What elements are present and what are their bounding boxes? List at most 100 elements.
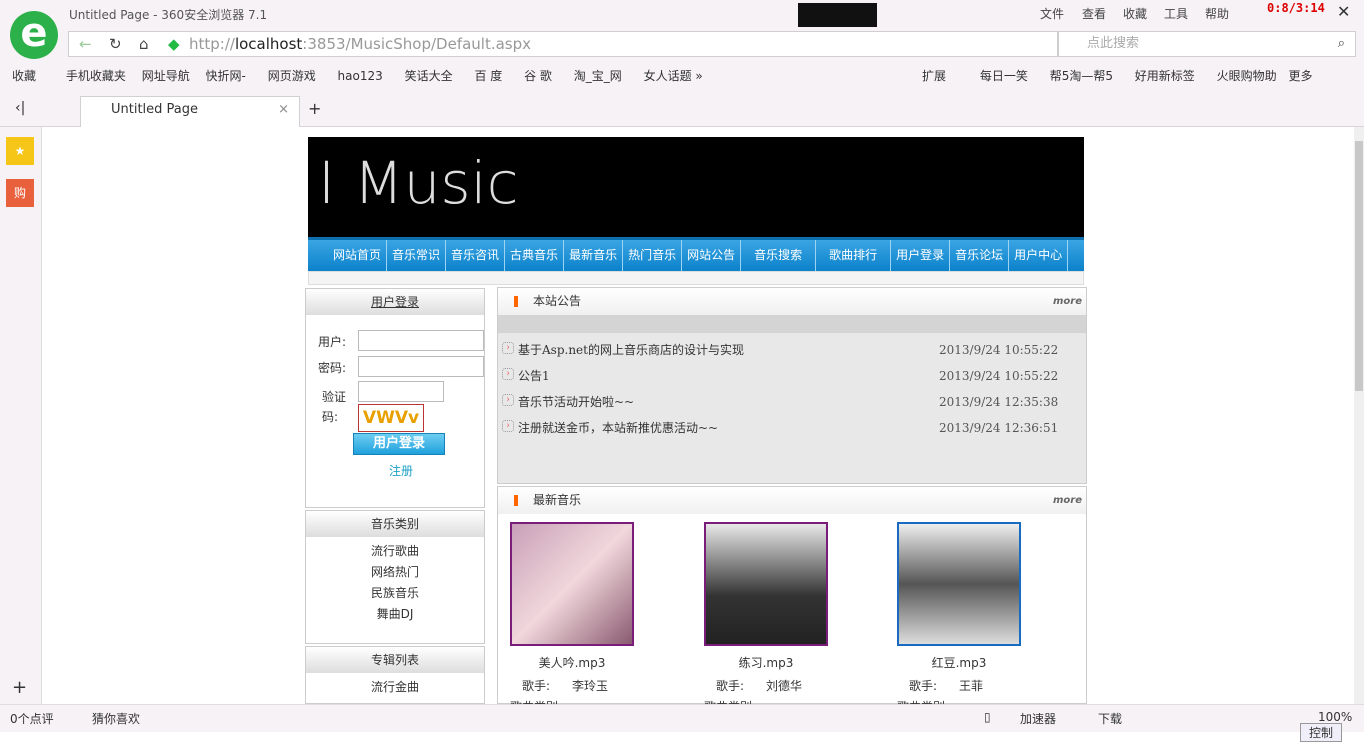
nav-item[interactable]: 音乐常识 <box>387 240 447 271</box>
address-bar[interactable]: ← ↻ ⌂ ◆ http://localhost:3853/MusicShop/… <box>68 31 1058 57</box>
notice-item[interactable]: › 基于Asp.net的网上音乐商店的设计与实现 2013/9/24 10:55:2… <box>498 337 1086 363</box>
browser-chrome: e Untitled Page - 360安全浏览器 7.1 文件 查看 收藏 … <box>0 0 1364 127</box>
nav-item[interactable]: 热门音乐 <box>623 240 683 271</box>
site-nav: 网站首页 音乐常识 音乐咨讯 古典音乐 最新音乐 热门音乐 网站公告 音乐搜索 歌曲排行 用户登录… <box>308 237 1084 271</box>
ime-toolbar[interactable] <box>798 3 877 27</box>
captcha-input[interactable] <box>358 381 444 402</box>
nav-item[interactable]: 古典音乐 <box>505 240 565 271</box>
username-input[interactable] <box>358 330 484 351</box>
bookmark[interactable]: 好用新标签 <box>1135 69 1195 83</box>
search-placeholder: 点此搜索 <box>1087 36 1140 51</box>
sidebar-toggle-icon[interactable]: ‹| <box>15 100 25 116</box>
list-item[interactable]: 流行金曲 <box>306 677 484 698</box>
nav-item[interactable]: 音乐咨讯 <box>446 240 506 271</box>
nav-item[interactable]: 音乐论坛 <box>950 240 1010 271</box>
add-icon[interactable]: + <box>12 677 27 698</box>
bookmark[interactable]: 网页游戏 <box>268 69 316 83</box>
register-link[interactable]: 注册 <box>389 462 413 479</box>
scrollbar[interactable] <box>1354 127 1364 704</box>
menu-file[interactable]: 文件 <box>1040 5 1064 22</box>
new-tab-icon[interactable]: + <box>308 99 321 118</box>
bookmark[interactable]: 网址导航 <box>142 69 190 83</box>
nav-item[interactable]: 用户登录 <box>891 240 951 271</box>
song-name[interactable]: 美人吟.mp3 <box>510 654 634 671</box>
search-icon[interactable]: ⌕ <box>1338 32 1345 56</box>
album-cover[interactable] <box>704 522 828 646</box>
captcha-label: 验证码: <box>322 390 347 424</box>
nav-item[interactable]: 网站首页 <box>328 240 388 271</box>
search-input[interactable]: 点此搜索 ⌕ <box>1058 31 1356 57</box>
nav-item[interactable]: 网站公告 <box>682 240 742 271</box>
notice-item[interactable]: › 公告1 2013/9/24 10:55:22 <box>498 363 1086 389</box>
song-name[interactable]: 练习.mp3 <box>704 654 828 671</box>
notice-text[interactable]: 公告1 <box>518 369 550 383</box>
nav-item[interactable]: 音乐搜索 <box>741 240 817 271</box>
song-name[interactable]: 红豆.mp3 <box>897 654 1021 671</box>
menu-favorites[interactable]: 收藏 <box>1123 5 1147 22</box>
mobile-icon[interactable]: ▯ <box>984 710 991 724</box>
notice-more-link[interactable]: more <box>1053 289 1082 315</box>
comments-count[interactable]: 0个点评 <box>10 710 54 727</box>
notice-date: 2013/9/24 12:35:38 <box>939 395 1059 409</box>
close-icon[interactable]: ✕ <box>1337 2 1350 21</box>
recommend-link[interactable]: 猜你喜欢 <box>92 710 140 727</box>
song-card: 练习.mp3歌手:刘德华歌曲类别: <box>704 522 828 706</box>
notice-date: 2013/9/24 12:36:51 <box>939 421 1059 435</box>
bookmark[interactable]: 女人话题 <box>644 69 692 83</box>
bookmark[interactable]: 收藏 <box>12 69 36 83</box>
notice-date: 2013/9/24 10:55:22 <box>939 369 1059 383</box>
list-item[interactable]: 流行歌曲 <box>306 541 484 562</box>
bookmark[interactable]: 笑话大全 <box>405 69 453 83</box>
bookmark[interactable]: 谷 歌 <box>524 69 552 83</box>
tab-label: Untitled Page <box>111 102 199 117</box>
nav-strip <box>308 271 1084 285</box>
new-music-more-link[interactable]: more <box>1053 488 1082 514</box>
album-title: 专辑列表 <box>306 647 484 673</box>
notice-text[interactable]: 基于Asp.net的网上音乐商店的设计与实现 <box>518 343 744 357</box>
notice-text[interactable]: 音乐节活动开始啦~~ <box>518 395 634 409</box>
nav-item[interactable]: 歌曲排行 <box>816 240 892 271</box>
arrow-icon: › <box>502 368 514 380</box>
list-item[interactable]: 民族音乐 <box>306 583 484 604</box>
zoom-level[interactable]: 100% <box>1318 710 1352 724</box>
reload-icon[interactable]: ↻ <box>109 32 122 56</box>
notice-text[interactable]: 注册就送金币，本站新推优惠活动~~ <box>518 421 718 435</box>
bookmark[interactable]: hao123 <box>338 69 383 83</box>
menu-help[interactable]: 帮助 <box>1205 5 1229 22</box>
menu-tools[interactable]: 工具 <box>1164 5 1188 22</box>
bookmark[interactable]: 火眼购物助 <box>1217 69 1277 83</box>
star-icon[interactable]: ★ <box>6 137 34 165</box>
nav-item[interactable]: 最新音乐 <box>564 240 624 271</box>
bookmark[interactable]: 每日一笑 <box>980 69 1028 83</box>
back-icon[interactable]: ← <box>79 32 92 56</box>
accelerator-button[interactable]: 加速器 <box>1020 710 1056 727</box>
notice-item[interactable]: › 注册就送金币，本站新推优惠活动~~ 2013/9/24 12:36:51 <box>498 415 1086 441</box>
login-button[interactable]: 用户登录 <box>353 433 445 455</box>
list-item[interactable]: 网络热门 <box>306 562 484 583</box>
bookmark[interactable]: 帮5淘—帮5 <box>1050 69 1113 83</box>
album-cover[interactable] <box>897 522 1021 646</box>
tab-close-icon[interactable]: × <box>278 102 289 117</box>
tab-untitled-page[interactable]: Untitled Page × <box>80 96 300 127</box>
captcha-image[interactable]: VWVv <box>358 404 424 432</box>
nav-item[interactable]: 用户中心 <box>1009 240 1069 271</box>
bookmark[interactable]: 手机收藏夹 <box>66 69 126 83</box>
list-item[interactable]: 舞曲DJ <box>306 604 484 625</box>
notice-item[interactable]: › 音乐节活动开始啦~~ 2013/9/24 12:35:38 <box>498 389 1086 415</box>
bookmark[interactable]: 扩展 <box>922 69 946 83</box>
singer-label: 歌手: <box>522 679 551 693</box>
control-tooltip: 控制 <box>1300 723 1343 742</box>
download-button[interactable]: 下载 <box>1098 710 1122 727</box>
bookmark[interactable]: 百 度 <box>474 69 502 83</box>
shopping-icon[interactable]: 购 <box>6 179 34 207</box>
user-label: 用户: <box>318 335 347 349</box>
album-cover[interactable] <box>510 522 634 646</box>
url-path: :3853/MusicShop/Default.aspx <box>302 35 532 53</box>
menu-view[interactable]: 查看 <box>1082 5 1106 22</box>
home-icon[interactable]: ⌂ <box>139 32 149 56</box>
bookmark[interactable]: 更多 <box>1288 69 1312 83</box>
bookmark[interactable]: 快折网- <box>206 69 246 83</box>
password-input[interactable] <box>358 356 484 377</box>
bookmark[interactable]: 淘_宝_网 <box>574 69 622 83</box>
arrow-icon: › <box>502 342 514 354</box>
